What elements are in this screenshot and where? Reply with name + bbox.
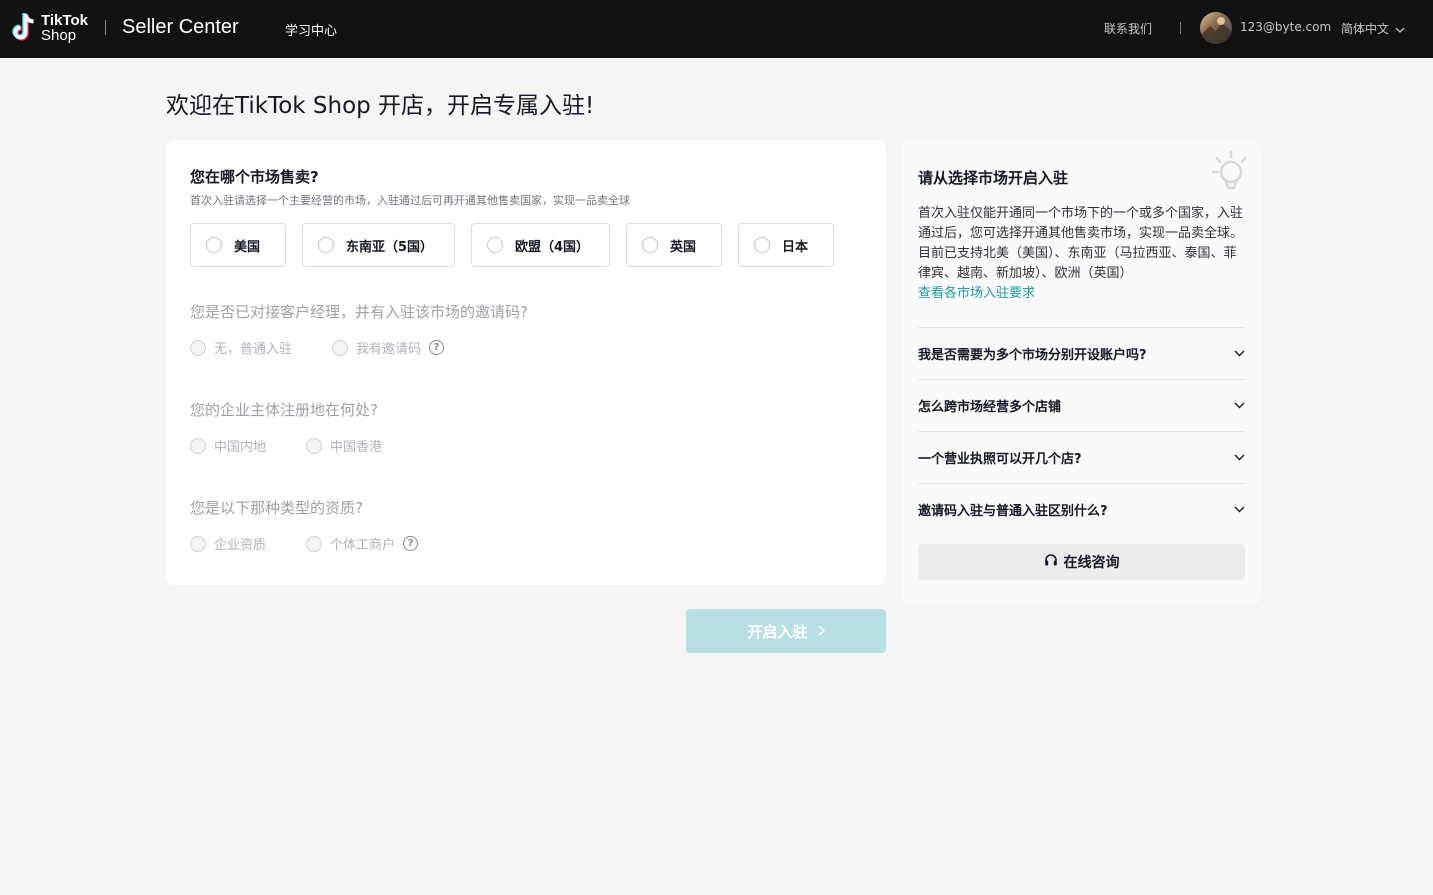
question-circle-icon[interactable]: ?	[403, 536, 419, 551]
region-question: 您的企业主体注册地在何处?	[190, 401, 378, 419]
market-label: 欧盟（4国）	[515, 239, 590, 255]
chevron-down-icon	[1234, 398, 1245, 413]
language-selector[interactable]: 简体中文	[1341, 20, 1405, 37]
qualification-question: 您是以下那种类型的资质?	[190, 499, 363, 517]
user-email[interactable]: 123@byte.com	[1240, 20, 1331, 34]
header-separator	[1180, 22, 1181, 34]
option-label: 中国香港	[330, 440, 383, 455]
radio-icon	[206, 237, 222, 253]
qualification-option-individual[interactable]: 个体工商户 ?	[306, 534, 419, 553]
market-label: 英国	[670, 239, 697, 255]
chevron-down-icon	[1234, 502, 1245, 517]
radio-icon	[642, 237, 658, 253]
market-hint: 首次入驻请选择一个主要经营的市场，入驻通过后可再开通其他售卖国家，实现一品卖全球	[190, 194, 630, 207]
logo-text-shop: Shop	[41, 27, 77, 44]
option-label: 企业资质	[214, 538, 267, 553]
faq-item[interactable]: 一个营业执照可以开几个店?	[918, 431, 1245, 483]
brand-divider	[105, 20, 106, 35]
market-requirements-link[interactable]: 查看各市场入驻要求	[918, 286, 1035, 301]
market-question: 您在哪个市场售卖?	[190, 168, 319, 186]
region-options: 中国内地 中国香港	[190, 436, 382, 455]
option-label: 我有邀请码	[356, 342, 422, 357]
avatar[interactable]	[1200, 12, 1232, 44]
question-circle-icon[interactable]: ?	[429, 340, 445, 355]
invite-option-has-code[interactable]: 我有邀请码 ?	[332, 338, 445, 357]
market-option-southeast-asia[interactable]: 东南亚（5国）	[302, 223, 455, 267]
side-description-text: 首次入驻仅能开通同一个市场下的一个或多个国家，入驻通过后，您可选择开通其他售卖市…	[918, 206, 1244, 281]
radio-icon	[306, 437, 323, 454]
radio-icon	[306, 535, 323, 552]
tiktok-note-icon	[10, 12, 38, 44]
start-onboarding-button[interactable]: 开启入驻	[686, 609, 886, 653]
onboarding-form-card: 您在哪个市场售卖? 首次入驻请选择一个主要经营的市场，入驻通过后可再开通其他售卖…	[166, 140, 886, 585]
faq-question: 怎么跨市场经营多个店铺	[918, 400, 1062, 415]
market-option-japan[interactable]: 日本	[738, 223, 834, 267]
invite-options: 无，普通入驻 我有邀请码 ?	[190, 338, 445, 357]
chevron-down-icon	[1234, 450, 1245, 465]
radio-icon	[487, 237, 503, 253]
invite-option-none[interactable]: 无，普通入驻	[190, 338, 292, 357]
region-option-mainland[interactable]: 中国内地	[190, 436, 266, 455]
contact-us-link[interactable]: 联系我们	[1104, 20, 1152, 37]
market-option-eu[interactable]: 欧盟（4国）	[471, 223, 610, 267]
faq-item[interactable]: 怎么跨市场经营多个店铺	[918, 379, 1245, 431]
language-label: 简体中文	[1341, 22, 1390, 36]
faq-question: 一个营业执照可以开几个店?	[918, 452, 1082, 467]
tiktok-shop-logo[interactable]: TikTok Shop	[10, 12, 88, 44]
qualification-option-enterprise[interactable]: 企业资质	[190, 534, 266, 553]
headset-icon	[1044, 553, 1058, 571]
side-panel-description: 首次入驻仅能开通同一个市场下的一个或多个国家，入驻通过后，您可选择开通其他售卖市…	[918, 204, 1248, 304]
market-label: 日本	[782, 239, 809, 255]
radio-icon	[190, 339, 206, 356]
logo-text-tiktok: TikTok	[41, 12, 88, 29]
radio-icon	[754, 237, 770, 253]
radio-icon	[190, 535, 206, 552]
top-navigation-bar: TikTok Shop Seller Center 学习中心 联系我们 123@…	[0, 0, 1433, 58]
faq-question: 我是否需要为多个市场分别开设账户吗?	[918, 348, 1147, 363]
market-options: 美国 东南亚（5国） 欧盟（4国） 英国 日本	[190, 223, 834, 267]
radio-icon	[332, 339, 349, 356]
option-label: 个体工商户	[330, 538, 396, 553]
qualification-options: 企业资质 个体工商户 ?	[190, 534, 419, 553]
faq-item[interactable]: 我是否需要为多个市场分别开设账户吗?	[918, 327, 1245, 379]
market-label: 东南亚（5国）	[346, 239, 434, 255]
brand-name: Seller Center	[122, 16, 239, 38]
option-label: 无，普通入驻	[214, 342, 293, 357]
region-option-hong-kong[interactable]: 中国香港	[306, 436, 382, 455]
online-consult-label: 在线咨询	[1063, 555, 1120, 571]
chevron-right-icon	[817, 623, 825, 640]
radio-icon	[190, 437, 206, 454]
faq-list: 我是否需要为多个市场分别开设账户吗? 怎么跨市场经营多个店铺 一个营业执照可以开…	[918, 327, 1245, 535]
chevron-down-icon	[1234, 346, 1245, 361]
page-title: 欢迎在TikTok Shop 开店，开启专属入驻!	[166, 93, 595, 119]
market-option-us[interactable]: 美国	[190, 223, 286, 267]
start-onboarding-label: 开启入驻	[747, 623, 808, 641]
chevron-down-icon	[1395, 22, 1405, 36]
market-label: 美国	[234, 239, 261, 255]
side-panel-title: 请从选择市场开启入驻	[918, 169, 1069, 187]
nav-learning-center[interactable]: 学习中心	[285, 20, 337, 39]
faq-question: 邀请码入驻与普通入驻区别什么?	[918, 504, 1108, 519]
invite-question: 您是否已对接客户经理，并有入驻该市场的邀请码?	[190, 303, 528, 321]
faq-item[interactable]: 邀请码入驻与普通入驻区别什么?	[918, 483, 1245, 535]
radio-icon	[318, 237, 334, 253]
help-side-panel: 请从选择市场开启入驻 首次入驻仅能开通同一个市场下的一个或多个国家，入驻通过后，…	[902, 140, 1261, 604]
market-option-uk[interactable]: 英国	[626, 223, 722, 267]
lightbulb-icon	[1209, 148, 1249, 196]
online-consult-button[interactable]: 在线咨询	[918, 544, 1245, 580]
option-label: 中国内地	[214, 440, 267, 455]
